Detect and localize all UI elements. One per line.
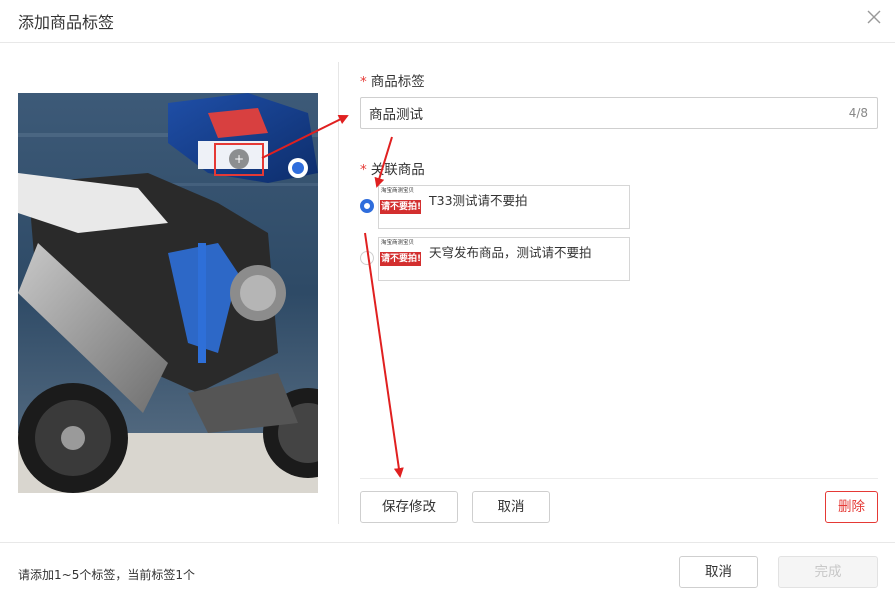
thumb-banner: 请不要拍! — [380, 200, 421, 214]
tag-name-input[interactable] — [369, 98, 809, 128]
required-mark: * — [360, 74, 367, 90]
dialog-header: 添加商品标签 — [0, 0, 895, 43]
product-field-label: * 关联商品 — [360, 158, 425, 178]
product-name: T33测试请不要拍 — [429, 193, 528, 208]
actions-divider — [360, 478, 878, 479]
thumb-caption: 淘宝商测宝贝 — [381, 188, 415, 194]
tag-field-label: * 商品标签 — [360, 70, 425, 90]
close-button[interactable] — [863, 6, 885, 28]
thumb-caption: 淘宝商测宝贝 — [381, 240, 415, 246]
tag-field-label-text: 商品标签 — [370, 74, 425, 90]
dialog-footer: 请添加1~5个标签，当前标签1个 取消 完成 — [0, 542, 895, 595]
product-radio[interactable] — [360, 251, 374, 265]
save-changes-button[interactable]: 保存修改 — [360, 491, 458, 523]
close-icon — [867, 10, 881, 24]
char-counter: 4/8 — [848, 106, 868, 120]
image-tag-marker[interactable]: + — [214, 143, 264, 176]
add-product-tag-dialog: 添加商品标签 + * 商品标签 商品测试 4/8 * 关联商品 淘宝商测宝贝 请… — [0, 0, 895, 594]
product-card[interactable]: 淘宝商测宝贝 请不要拍! T33测试请不要拍 — [378, 185, 630, 229]
product-field-label-text: 关联商品 — [370, 162, 425, 178]
tag-count-hint: 请添加1~5个标签，当前标签1个 — [18, 568, 195, 582]
done-button[interactable]: 完成 — [778, 556, 878, 588]
required-mark: * — [360, 162, 367, 178]
tag-plus-icon: + — [229, 149, 249, 169]
footer-cancel-button[interactable]: 取消 — [679, 556, 758, 588]
product-thumbnail: 淘宝商测宝贝 请不要拍! — [380, 187, 421, 222]
product-name: 天穹发布商品，测试请不要拍 — [429, 245, 592, 260]
thumb-banner: 请不要拍! — [380, 252, 421, 266]
dialog-title: 添加商品标签 — [18, 13, 115, 32]
product-radio-selected[interactable] — [360, 199, 374, 213]
product-card[interactable]: 淘宝商测宝贝 请不要拍! 天穹发布商品，测试请不要拍 — [378, 237, 630, 281]
motorcycle-image — [18, 93, 318, 493]
vertical-divider — [338, 62, 339, 524]
cancel-edit-button[interactable]: 取消 — [472, 491, 550, 523]
product-thumbnail: 淘宝商测宝贝 请不要拍! — [380, 239, 421, 274]
product-image[interactable] — [18, 93, 318, 493]
tag-name-field[interactable]: 4/8 — [360, 97, 878, 129]
delete-tag-button[interactable]: 删除 — [825, 491, 878, 523]
